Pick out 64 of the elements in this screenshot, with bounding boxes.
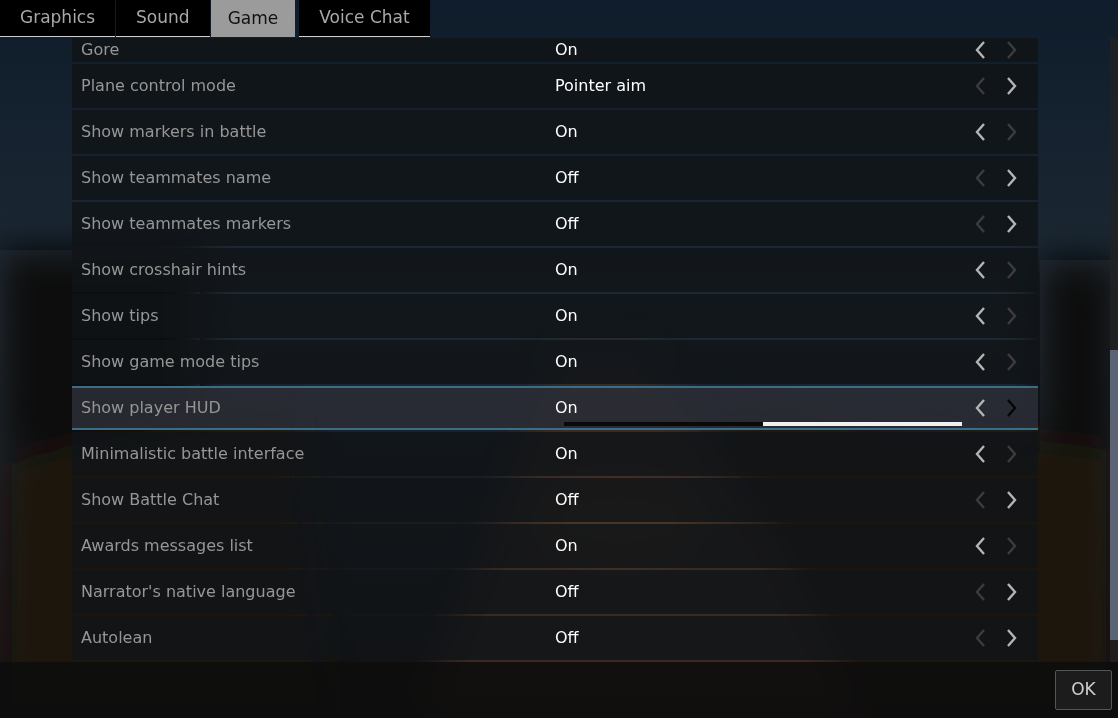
- chevron-right-icon[interactable]: [1006, 628, 1018, 648]
- setting-value: On: [555, 351, 579, 373]
- chevron-left-icon[interactable]: [974, 444, 986, 464]
- setting-row[interactable]: Narrator's native language Off: [72, 570, 1038, 614]
- chevron-left-icon[interactable]: [974, 306, 986, 326]
- setting-value: Off: [555, 213, 580, 235]
- chevron-left-icon[interactable]: [974, 122, 986, 142]
- setting-label: Narrator's native language: [80, 581, 297, 603]
- setting-row[interactable]: Show teammates markers Off: [72, 202, 1038, 246]
- setting-label: Show player HUD: [80, 397, 222, 419]
- setting-value: On: [555, 305, 579, 327]
- chevron-left-icon[interactable]: [974, 352, 986, 372]
- setting-value: Off: [555, 581, 580, 603]
- setting-row[interactable]: Plane control mode Pointer aim: [72, 64, 1038, 108]
- setting-value: On: [555, 39, 579, 61]
- setting-label: Awards messages list: [80, 535, 254, 557]
- setting-row[interactable]: Show player HUD On: [72, 386, 1038, 430]
- tab[interactable]: Sound: [116, 0, 210, 37]
- setting-value: On: [555, 397, 579, 419]
- chevron-left-icon[interactable]: [974, 536, 986, 556]
- setting-value: Off: [555, 489, 580, 511]
- setting-label: Show Battle Chat: [80, 489, 221, 511]
- chevron-right-icon[interactable]: [1006, 76, 1018, 96]
- setting-row[interactable]: Show game mode tips On: [72, 340, 1038, 384]
- setting-value: Off: [555, 627, 580, 649]
- setting-label: Gore: [80, 39, 121, 61]
- setting-row[interactable]: Show markers in battle On: [72, 110, 1038, 154]
- chevron-right-icon[interactable]: [1006, 490, 1018, 510]
- chevron-left-icon[interactable]: [974, 40, 986, 60]
- tab[interactable]: Voice Chat: [299, 0, 430, 37]
- setting-row[interactable]: Show crosshair hints On: [72, 248, 1038, 292]
- setting-row[interactable]: Gore On: [72, 38, 1038, 62]
- setting-label: Autolean: [80, 627, 154, 649]
- scrollbar[interactable]: [1110, 38, 1118, 662]
- setting-label: Minimalistic battle interface: [80, 443, 306, 465]
- chevron-right-icon[interactable]: [1006, 582, 1018, 602]
- chevron-left-icon[interactable]: [974, 260, 986, 280]
- setting-row[interactable]: Show tips On: [72, 294, 1038, 338]
- setting-value: Off: [555, 167, 580, 189]
- tab[interactable]: Graphics: [0, 0, 116, 37]
- setting-label: Plane control mode: [80, 75, 237, 97]
- setting-value: Pointer aim: [555, 75, 648, 97]
- setting-value: On: [555, 121, 579, 143]
- setting-value: On: [555, 443, 579, 465]
- setting-row[interactable]: Minimalistic battle interface On: [72, 432, 1038, 476]
- setting-label: Show crosshair hints: [80, 259, 248, 281]
- scrollbar-thumb[interactable]: [1110, 350, 1118, 640]
- setting-row[interactable]: Show teammates name Off: [72, 156, 1038, 200]
- setting-label: Show teammates markers: [80, 213, 293, 235]
- setting-row[interactable]: Autolean Off: [72, 616, 1038, 660]
- tab[interactable]: Game: [210, 0, 296, 37]
- setting-value: On: [555, 535, 579, 557]
- setting-row[interactable]: Awards messages list On: [72, 524, 1038, 568]
- chevron-left-icon[interactable]: [974, 398, 986, 418]
- setting-row[interactable]: Show Battle Chat Off: [72, 478, 1038, 522]
- setting-label: Show game mode tips: [80, 351, 261, 373]
- slider-track[interactable]: [564, 422, 962, 426]
- chevron-right-icon[interactable]: [1006, 168, 1018, 188]
- setting-label: Show teammates name: [80, 167, 273, 189]
- setting-label: Show markers in battle: [80, 121, 268, 143]
- setting-label: Show tips: [80, 305, 160, 327]
- setting-value: On: [555, 259, 579, 281]
- chevron-right-icon[interactable]: [1006, 214, 1018, 234]
- ok-button[interactable]: OK: [1055, 670, 1112, 710]
